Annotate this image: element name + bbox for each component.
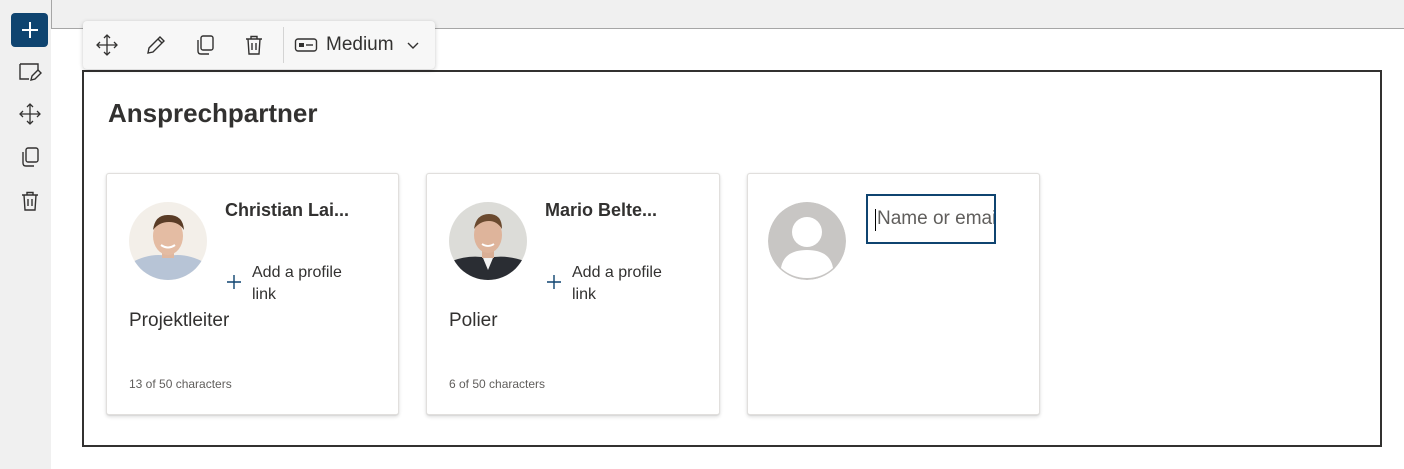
edit-section-button[interactable]	[11, 55, 48, 89]
add-profile-link-label: Add a profile link	[572, 264, 662, 303]
add-profile-link-label: Add a profile link	[252, 264, 342, 303]
text-caret	[875, 209, 876, 231]
pencil-icon	[147, 36, 165, 54]
section-toolbar	[0, 0, 51, 469]
webpart-toolbar: Medium	[83, 21, 435, 69]
move-section-button[interactable]	[11, 97, 48, 131]
duplicate-icon	[21, 147, 39, 167]
placeholder-avatar	[768, 202, 846, 280]
job-title-field[interactable]: Polier	[449, 310, 498, 332]
person-card[interactable]: Christian Lai... Add a profile link Proj…	[106, 173, 399, 415]
move-icon	[18, 103, 41, 125]
section-title[interactable]: Ansprechpartner	[108, 98, 318, 129]
edit-webpart-button[interactable]	[139, 29, 173, 61]
add-section-button[interactable]	[11, 13, 48, 47]
plus-icon	[21, 22, 38, 38]
duplicate-webpart-button[interactable]	[188, 29, 222, 61]
size-icon	[294, 38, 318, 52]
people-webpart[interactable]: Ansprechpartner Christian Lai... Add a p…	[82, 70, 1382, 447]
name-or-email-input-wrapper	[866, 194, 996, 244]
page-editor: Ansprechpartner Christian Lai... Add a p…	[0, 0, 1404, 469]
duplicate-icon	[197, 35, 214, 55]
plus-icon	[227, 275, 241, 289]
person-name[interactable]: Mario Belte...	[545, 200, 685, 221]
edit-section-icon	[18, 63, 42, 81]
delete-icon	[21, 191, 38, 211]
chevron-down-icon	[407, 42, 419, 49]
avatar[interactable]	[449, 202, 527, 280]
move-icon	[96, 34, 118, 56]
character-count: 6 of 50 characters	[449, 377, 546, 391]
size-dropdown[interactable]: Medium	[294, 29, 428, 61]
delete-webpart-button[interactable]	[237, 29, 271, 61]
person-name[interactable]: Christian Lai...	[225, 200, 365, 221]
add-profile-link-button[interactable]: Add a profile link	[225, 262, 385, 306]
delete-section-button[interactable]	[11, 184, 48, 218]
person-icon	[768, 202, 846, 280]
job-title-field[interactable]: Projektleiter	[129, 310, 229, 332]
new-person-card[interactable]	[747, 173, 1040, 415]
person-card[interactable]: Mario Belte... Add a profile link Polier…	[426, 173, 720, 415]
delete-icon	[246, 35, 262, 55]
name-or-email-input[interactable]	[868, 196, 994, 242]
duplicate-section-button[interactable]	[11, 140, 48, 174]
size-dropdown-value: Medium	[326, 34, 394, 55]
plus-icon	[547, 275, 561, 289]
add-profile-link-button[interactable]: Add a profile link	[545, 262, 705, 306]
move-webpart-button[interactable]	[90, 29, 124, 61]
character-count: 13 of 50 characters	[129, 377, 232, 391]
toolbar-divider	[283, 27, 284, 63]
avatar[interactable]	[129, 202, 207, 280]
